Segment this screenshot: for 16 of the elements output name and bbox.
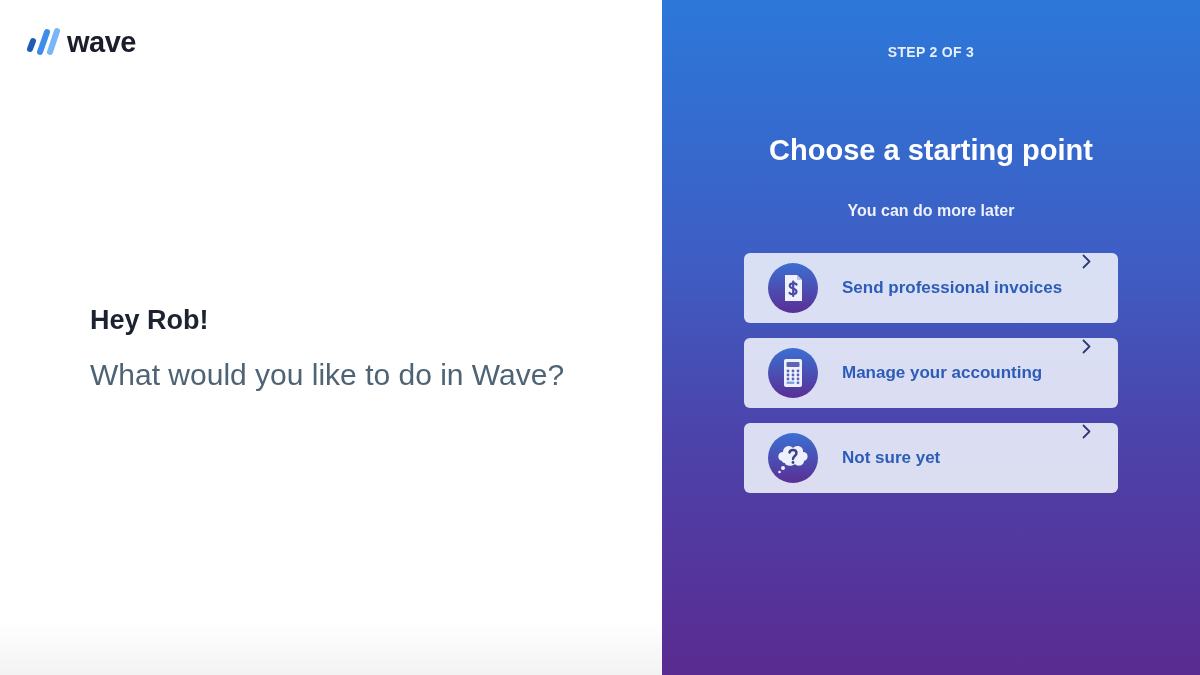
panel-subtitle: You can do more later [847, 201, 1015, 221]
option-card[interactable]: Not sure yet [744, 423, 1118, 493]
chevron-icon [1082, 339, 1091, 354]
calculator-icon [768, 348, 818, 398]
option-card[interactable]: Send professional invoices [744, 253, 1118, 323]
panel-title: Choose a starting point [769, 133, 1093, 168]
step-indicator: STEP 2 OF 3 [887, 43, 975, 61]
option-card[interactable]: Manage your accounting [744, 338, 1118, 408]
chevron-icon [1082, 254, 1091, 269]
logo-wordmark: wave [67, 27, 136, 57]
logo-icon [25, 27, 61, 57]
greeting-title: Hey Rob! [90, 304, 209, 337]
greeting-question: What would you like to do in Wave? [90, 357, 565, 393]
question-cloud-icon [768, 433, 818, 483]
invoice-icon [768, 263, 818, 313]
chevron-icon [1082, 424, 1091, 439]
